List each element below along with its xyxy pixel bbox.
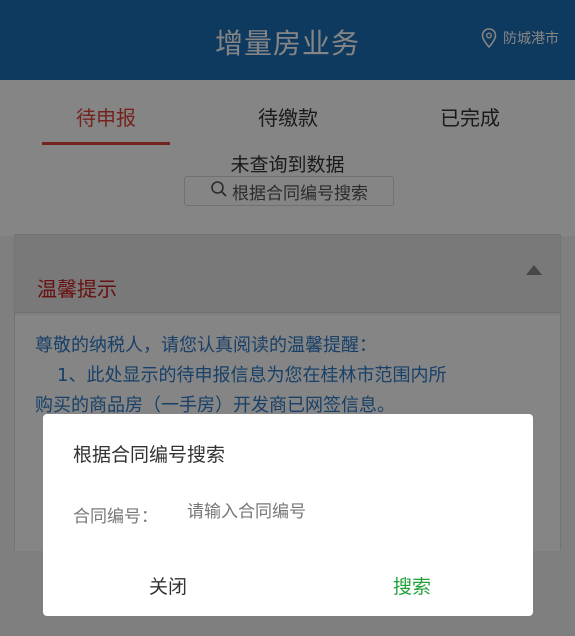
search-dialog: 根据合同编号搜索 合同编号： 关闭 搜索 [43,414,533,616]
search-button[interactable]: 搜索 [387,572,437,599]
contract-number-label: 合同编号： [73,507,158,527]
contract-number-input[interactable] [187,498,487,526]
dialog-title: 根据合同编号搜索 [73,444,226,466]
close-button[interactable]: 关闭 [143,572,193,599]
